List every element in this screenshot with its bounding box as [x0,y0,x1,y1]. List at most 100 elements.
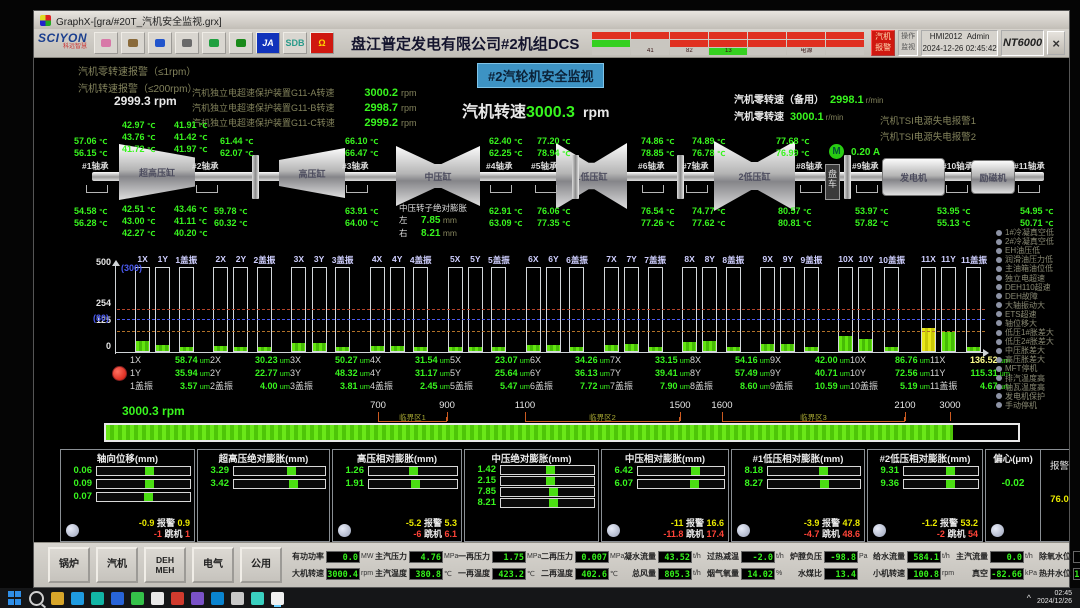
nav-button-电气[interactable]: 电气 [192,547,234,583]
zero-speed-readout: 汽机零转速（备用）2998.1r/min [734,91,883,108]
nav-button-DEH-MEH[interactable]: DEHMEH [144,547,186,583]
nav-button-锅炉[interactable]: 锅炉 [48,547,90,583]
main-canvas: 汽机零转速报警（≤1rpm） 汽机转速报警（≤200rpm） 2999.3 rp… [34,58,1069,542]
alarm-dot-icon [996,293,1002,299]
sdb-logo-icon[interactable]: SDB [283,32,307,54]
alarm-grid-cell [631,32,669,39]
close-icon[interactable]: × [1047,31,1065,55]
speed-tick-label: 900 [439,400,455,411]
panel-gauge [637,466,725,476]
alarm-grid-cell [709,32,747,39]
bar-label: 1盖振 [175,254,197,267]
alarm-dot-icon [996,339,1002,345]
metric-unit: t/h [776,553,788,560]
alarm-summary-grid: 418213电源 [592,32,864,55]
ja-logo-icon[interactable]: JA [256,32,280,54]
mode-toggle[interactable]: 操作监视 [898,30,919,56]
panel-gauge [96,479,191,489]
panel-value: 6.42 [605,465,633,476]
chart-y-axis [115,262,116,354]
alarm-grid-cell [592,40,630,47]
operator-station-icon[interactable] [148,32,172,54]
metric-unit: ℃ [610,570,622,578]
vibration-group-1: 1X1Y1盖振 [135,254,197,352]
alarm-grid-cell [670,32,708,39]
limit-label: (80) [93,313,109,323]
vibration-value-column: 5X23.07um5Y25.64um5盖振5.47um [450,354,530,393]
limit-line [117,319,985,320]
panel-gauge [500,498,595,508]
panel-title: 偏心(μm) [989,451,1037,464]
bar-label: 3Y [314,254,324,267]
metric-unit: rpm [361,570,373,577]
taskbar-clock[interactable]: 02:452024/12/26 [1037,590,1072,606]
taskbar-app-icon[interactable] [251,592,264,605]
status-indicator [66,524,79,537]
sciyon-logo: SCIYON 科远智慧 [38,34,87,52]
metric-column: 炉膛负压-98.8Pa水煤比13.4 [788,549,871,581]
bearing-temp-bottom: 74.77 ℃77.62 ℃ [692,206,726,230]
nav-button-公用[interactable]: 公用 [240,547,282,583]
taskbar-app-icon[interactable] [91,592,104,605]
bar-label: 9Y [783,254,793,267]
tray-chevron-icon[interactable]: ^ [1027,593,1031,603]
panel-gauge [500,465,595,475]
taskbar-app-icon[interactable] [191,592,204,605]
panel-title: #1低压相对膨胀(mm) [735,451,861,464]
bar-label: 2Y [236,254,246,267]
taskbar-app-icon[interactable] [71,592,84,605]
nav-button-汽机[interactable]: 汽机 [96,547,138,583]
speed-tick-mark [905,412,906,421]
taskbar-app-icon[interactable] [51,592,64,605]
operators-icon[interactable] [94,32,118,54]
bar-label: 7Y [626,254,636,267]
metric-label: 热井水位 [1037,568,1071,579]
bearing-label: #2轴承 [192,160,218,172]
taskbar-app-icon[interactable] [271,592,284,605]
vibration-group-4: 4X4Y4盖振 [369,254,431,352]
search-icon[interactable] [29,591,44,606]
bearing-label: #10轴承 [942,160,973,172]
alarm-bell-icon[interactable]: Ω [310,32,334,54]
taskbar-app-icon[interactable] [151,592,164,605]
panel-gauge [368,479,458,489]
start-button[interactable] [8,591,22,605]
alarm-dot-icon [996,330,1002,336]
vibration-value-column: 2X30.23um2Y22.77um2盖振4.00um [210,354,290,393]
metric-label: 主汽温度 [373,568,407,579]
plant-metrics: 有功功率0.0MW大机转速3000.4rpm主汽压力4.76MPa主汽温度380… [290,549,1080,581]
speed-tick-label: 1600 [711,400,732,411]
shaft-coupling [252,155,259,199]
bearing-label: #8轴承 [796,160,822,172]
bearing-temp-top: 74.86 ℃78.85 ℃ [641,136,675,160]
taskbar-app-icon[interactable] [111,592,124,605]
display-icon[interactable] [202,32,226,54]
taskbar-app-icon[interactable] [211,592,224,605]
keyboard-icon[interactable] [121,32,145,54]
metric-label: 大机转速 [290,568,324,579]
bar-label: 10盖振 [879,254,905,267]
metric-column: 一再压力1.75MPa一再温度423.2℃ [456,549,539,581]
panel-value: 9.31 [871,465,899,476]
graphx-app-icon [40,15,51,26]
taskbar-app-icon[interactable] [231,592,244,605]
turbine-alarm-button[interactable]: 汽机报警 [871,30,894,56]
bearing-label: #4轴承 [486,160,512,172]
panel-gauge [96,466,191,476]
taskbar-app-icon[interactable] [131,592,144,605]
cylinder-发电机: 发电机 [882,158,945,196]
panel-gauge [233,466,326,476]
taskbar-app-icon[interactable] [171,592,184,605]
bar-label: 5Y [470,254,480,267]
vibration-group-10: 10X10Y10盖振 [838,254,905,352]
status-indicator [607,524,620,537]
alarm-dot-icon [996,384,1002,390]
bearing-bracket [490,185,512,193]
alarm-label: 报警 [1041,458,1069,472]
metric-value: 762.3 [1073,551,1080,563]
page-title[interactable]: #2汽轮机安全监视 [477,63,604,88]
printer-icon[interactable] [175,32,199,54]
bar-label: 6Y [548,254,558,267]
alarm-dot-icon [996,230,1002,236]
folder-icon[interactable] [229,32,253,54]
